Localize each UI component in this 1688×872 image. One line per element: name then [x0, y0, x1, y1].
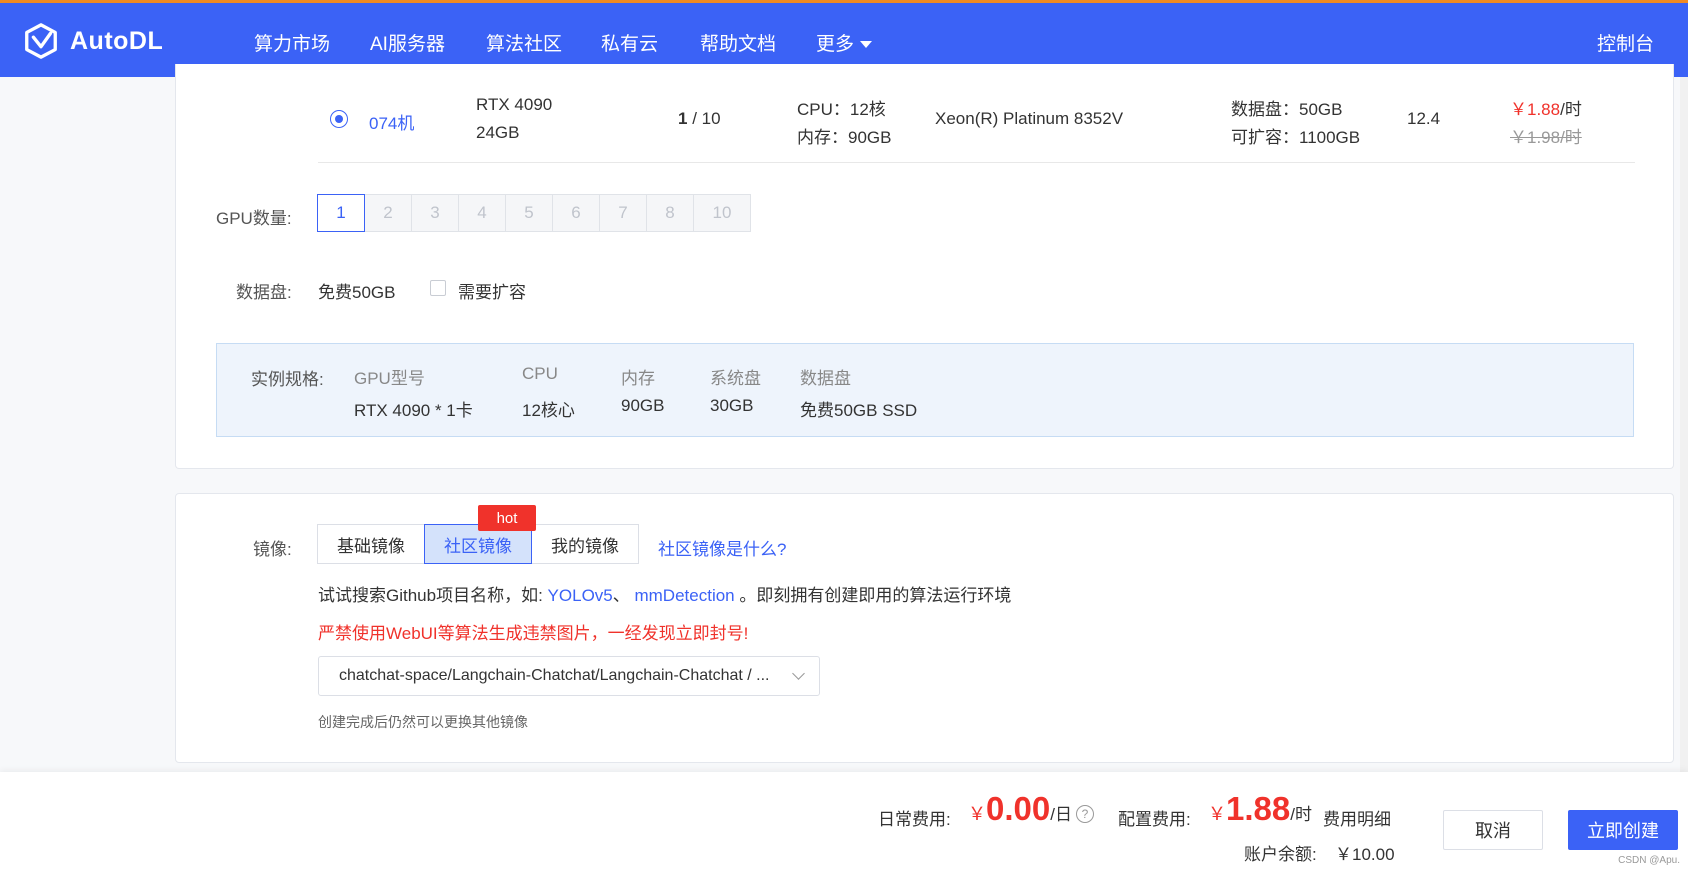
- config-fee-unit: /时: [1290, 805, 1312, 824]
- config-fee: ￥1.88/时: [1208, 790, 1312, 828]
- spec-value-data-disk: 免费50GB SSD: [800, 401, 918, 420]
- brand-logo[interactable]: AutoDL: [22, 21, 163, 61]
- machine-radio[interactable]: [330, 110, 348, 128]
- nav-item-more[interactable]: 更多: [816, 29, 873, 56]
- spec-value-cpu: 12核心: [522, 401, 575, 420]
- hourly-price-value: ￥1.88: [1510, 100, 1561, 119]
- expand-disk-label[interactable]: 需要扩容: [458, 278, 526, 303]
- search-tip-suffix: 。即刻拥有创建即用的算法运行环境: [739, 586, 1012, 605]
- gpu-count-option-8[interactable]: 8: [646, 194, 694, 232]
- yolov5-link[interactable]: YOLOv5: [548, 586, 613, 605]
- nav-item-compute-market[interactable]: 算力市场: [254, 29, 330, 56]
- daily-fee-label: 日常费用:: [878, 810, 951, 829]
- row-divider: [318, 162, 1635, 163]
- nav-item-algorithm-community[interactable]: 算法社区: [486, 29, 562, 56]
- original-price: ￥1.98/时: [1510, 128, 1582, 147]
- expandable-size: 可扩容：1100GB: [1231, 128, 1361, 147]
- gpu-count-option-10[interactable]: 10: [693, 194, 751, 232]
- data-disk-size: 数据盘：50GB: [1231, 100, 1343, 119]
- cpu-model: Xeon(R) Platinum 8352V: [935, 109, 1124, 128]
- spec-value-gpu: RTX 4090 * 1卡: [354, 401, 473, 420]
- gpu-count-option-5[interactable]: 5: [505, 194, 553, 232]
- brand-name: AutoDL: [70, 26, 164, 55]
- gpu-count-option-2[interactable]: 2: [364, 194, 412, 232]
- daily-fee-unit: /日: [1050, 805, 1072, 824]
- hourly-price-unit: /时: [1560, 100, 1582, 119]
- question-mark-icon[interactable]: ?: [1076, 805, 1094, 823]
- expand-disk-checkbox[interactable]: [430, 280, 446, 296]
- bottom-bar: [0, 772, 1688, 872]
- tab-my-image[interactable]: 我的镜像: [531, 524, 639, 564]
- gpu-count-option-3[interactable]: 3: [411, 194, 459, 232]
- config-fee-currency: ￥: [1208, 804, 1226, 824]
- instance-spec-box: 实例规格: GPU型号 CPU 内存 系统盘 数据盘 RTX 4090 * 1卡…: [216, 343, 1634, 437]
- image-select-value: chatchat-space/Langchain-Chatchat/Langch…: [339, 667, 770, 684]
- image-select[interactable]: chatchat-space/Langchain-Chatchat/Langch…: [318, 656, 820, 696]
- console-link[interactable]: 控制台: [1597, 29, 1654, 56]
- spec-header-gpu: GPU型号: [354, 369, 425, 388]
- cuda-version: 12.4: [1407, 109, 1441, 128]
- hot-badge: hot: [478, 505, 536, 531]
- gpu-count-selector: 1 2 3 4 5 6 7 8 10: [317, 194, 751, 232]
- daily-fee-currency: ￥: [968, 804, 986, 824]
- nav-more-label: 更多: [816, 34, 855, 55]
- gpu-count-label: GPU数量:: [216, 209, 292, 228]
- caret-down-icon: [860, 41, 873, 49]
- gpu-count-option-1[interactable]: 1: [317, 194, 365, 232]
- config-fee-label: 配置费用:: [1118, 810, 1191, 829]
- free-disk-text: 免费50GB: [318, 283, 396, 302]
- cancel-button[interactable]: 取消: [1443, 810, 1543, 850]
- data-disk-label: 数据盘:: [236, 283, 292, 302]
- search-tip-prefix: 试试搜索Github项目名称，如:: [318, 586, 543, 605]
- spec-header-system-disk: 系统盘: [710, 369, 761, 388]
- daily-fee-value: 0.00: [986, 790, 1051, 827]
- search-tip-separator: 、: [612, 586, 630, 605]
- spec-value-system-disk: 30GB: [710, 396, 754, 415]
- warning-text: 严禁使用WebUI等算法生成违禁图片，一经发现立即封号!: [318, 624, 749, 643]
- spec-header-data-disk: 数据盘: [800, 369, 851, 388]
- image-change-hint: 创建完成后仍然可以更换其他镜像: [318, 714, 528, 730]
- balance-value: ￥10.00: [1335, 845, 1395, 864]
- gpu-count-option-7[interactable]: 7: [599, 194, 647, 232]
- gpu-count-option-4[interactable]: 4: [458, 194, 506, 232]
- nav-item-private-cloud[interactable]: 私有云: [601, 29, 658, 56]
- gpu-count-option-6[interactable]: 6: [552, 194, 600, 232]
- mmdetection-link[interactable]: mmDetection: [634, 586, 734, 605]
- fee-detail-link[interactable]: 费用明细: [1323, 805, 1391, 830]
- hourly-price: ￥1.88/时: [1510, 95, 1582, 120]
- gpu-memory: 24GB: [476, 123, 520, 142]
- spec-header-cpu: CPU: [522, 364, 558, 383]
- gpu-availability: 1 / 10: [678, 109, 721, 129]
- image-label: 镜像:: [253, 540, 292, 559]
- cpu-cores: CPU：12核: [797, 100, 886, 119]
- machine-name[interactable]: 074机: [369, 109, 414, 134]
- config-fee-value: 1.88: [1226, 790, 1291, 827]
- balance-label: 账户余额:: [1244, 845, 1317, 864]
- spec-label: 实例规格:: [251, 370, 324, 389]
- create-button[interactable]: 立即创建: [1568, 810, 1678, 850]
- tab-base-image[interactable]: 基础镜像: [317, 524, 425, 564]
- chevron-down-icon: [792, 667, 805, 680]
- watermark-text: CSDN @Apu.: [1618, 855, 1680, 866]
- memory-size: 内存：90GB: [797, 128, 892, 147]
- gpu-total-count: / 10: [687, 109, 721, 128]
- spec-header-memory: 内存: [621, 369, 655, 388]
- gpu-model: RTX 4090: [476, 95, 553, 114]
- autodl-logo-icon: [25, 23, 57, 59]
- what-is-community-image-link[interactable]: 社区镜像是什么?: [658, 535, 786, 560]
- nav-item-help-docs[interactable]: 帮助文档: [700, 29, 776, 56]
- search-tip: 试试搜索Github项目名称，如: YOLOv5、 mmDetection 。即…: [318, 581, 1011, 606]
- page-scrollbar[interactable]: [1680, 77, 1688, 772]
- nav-item-ai-server[interactable]: AI服务器: [370, 29, 445, 56]
- daily-fee: ￥0.00/日: [968, 790, 1072, 828]
- spec-value-memory: 90GB: [621, 396, 665, 415]
